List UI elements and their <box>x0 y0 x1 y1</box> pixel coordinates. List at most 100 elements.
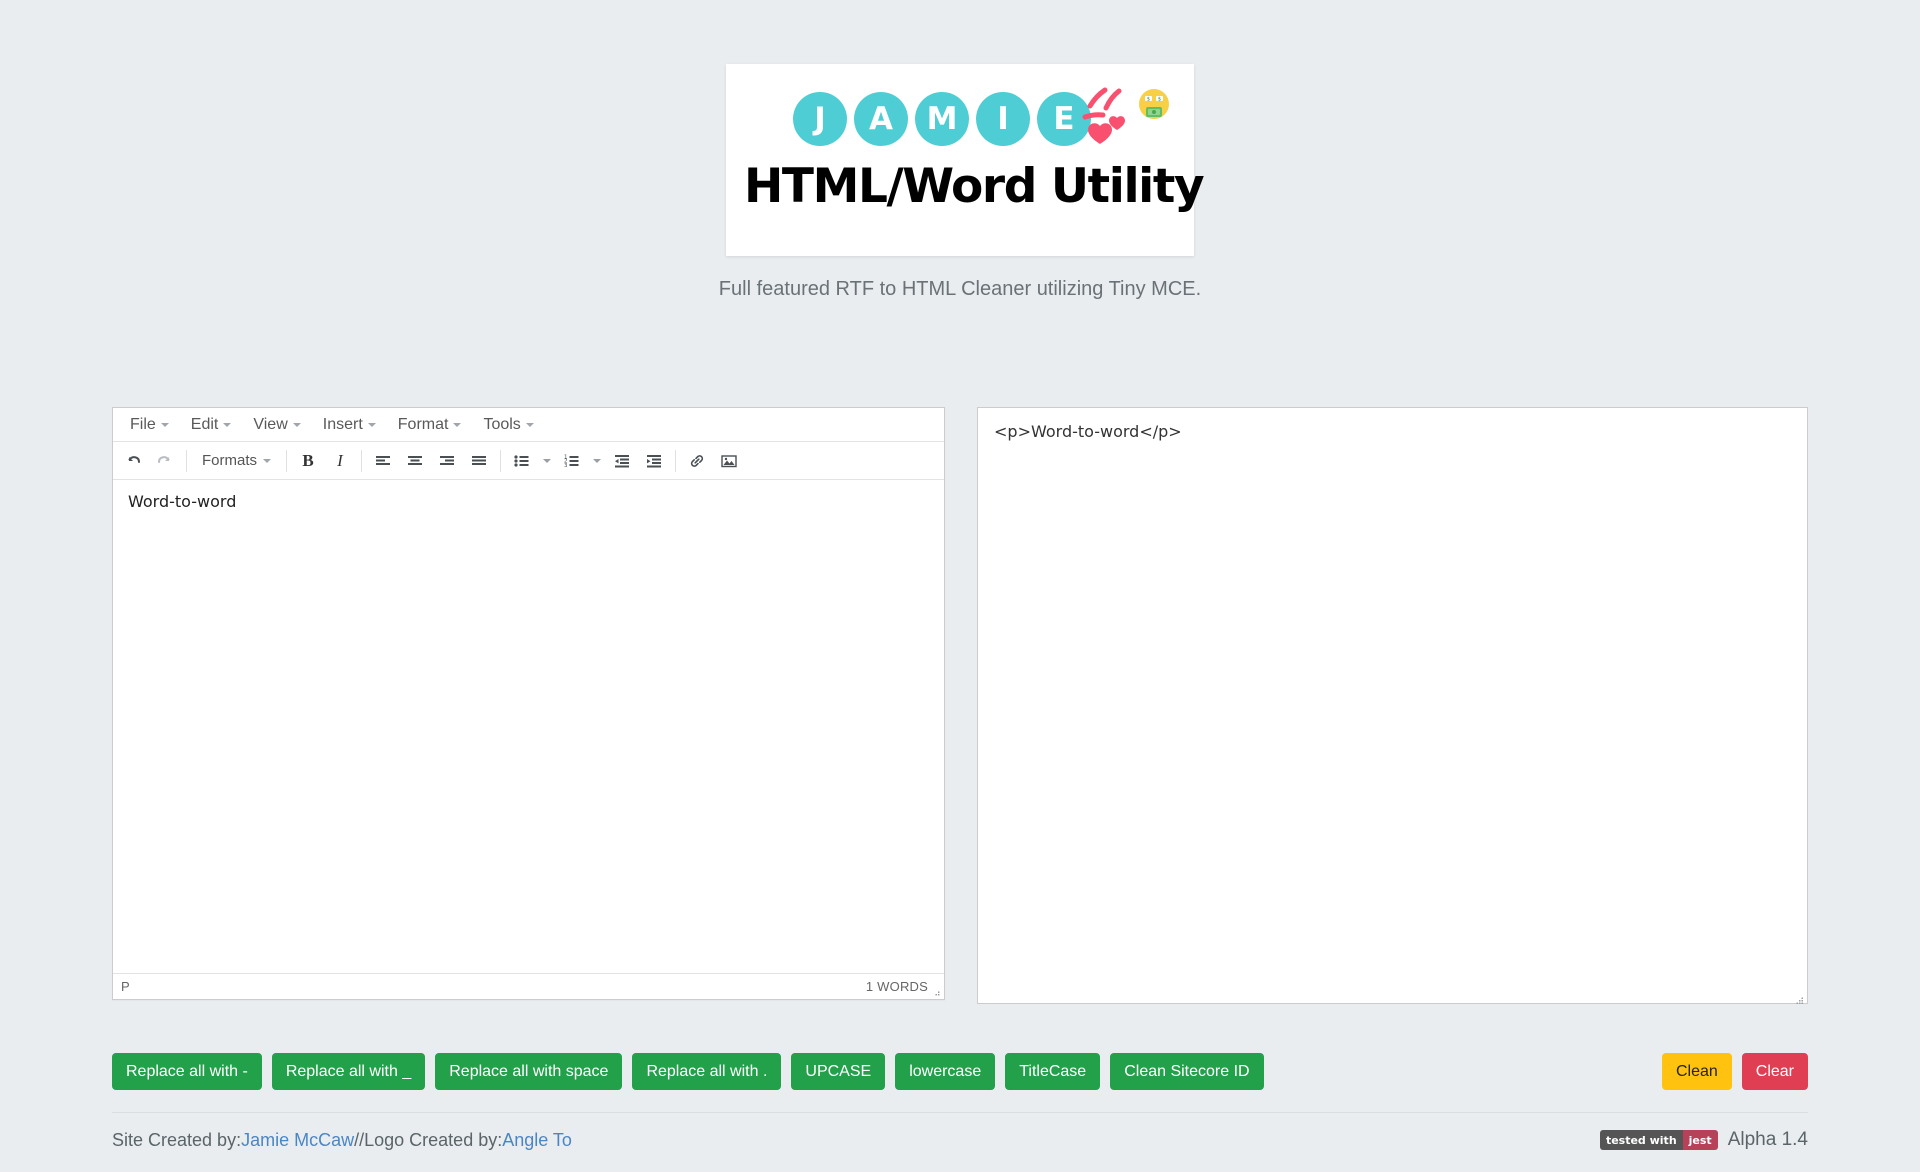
editor-paragraph: Word-to-word <box>128 492 237 511</box>
editor-menubar: File Edit View Insert Format Tools <box>113 408 944 442</box>
clean-sitecore-id-button[interactable]: Clean Sitecore ID <box>1110 1053 1264 1091</box>
menu-edit-label: Edit <box>190 415 219 433</box>
chevron-down-icon <box>453 422 462 427</box>
menu-format-label: Format <box>397 415 449 433</box>
editor-resize-handle[interactable] <box>931 987 941 997</box>
logo-letter-circle: I <box>976 92 1030 146</box>
chevron-down-icon <box>263 458 272 463</box>
element-path: P <box>121 979 130 994</box>
menu-edit[interactable]: Edit <box>180 413 243 437</box>
chevron-down-icon <box>593 458 602 463</box>
toolbar-divider <box>675 449 677 472</box>
jest-badge: tested with jest <box>1599 1130 1718 1150</box>
editor-toolbar: Formats B I 1 2 3 <box>113 442 944 480</box>
editor-statusbar: P 1 WORDS <box>113 973 944 999</box>
bullet-list-icon <box>514 454 529 467</box>
align-right-icon <box>440 455 455 465</box>
menu-file[interactable]: File <box>119 413 180 437</box>
editor-content-area[interactable]: Word-to-word <box>113 480 944 973</box>
svg-text:3: 3 <box>564 462 568 468</box>
chevron-down-icon <box>543 458 552 463</box>
svg-text:$: $ <box>1147 97 1150 103</box>
align-left-button[interactable] <box>367 446 399 476</box>
jest-badge-right-label: jest <box>1682 1130 1718 1150</box>
chevron-down-icon <box>160 422 169 427</box>
align-justify-icon <box>472 455 487 465</box>
version-label: Alpha 1.4 <box>1727 1129 1808 1150</box>
site-author-link[interactable]: Jamie McCaw <box>241 1130 354 1151</box>
page-subtitle: Full featured RTF to HTML Cleaner utiliz… <box>718 278 1202 300</box>
lowercase-button[interactable]: lowercase <box>895 1053 996 1091</box>
logo-letter-circle: M <box>915 92 969 146</box>
toolbar-divider <box>286 449 288 472</box>
logo-decoration: $ $ <box>1072 84 1192 164</box>
menu-view[interactable]: View <box>242 413 311 437</box>
menu-tools-label: Tools <box>483 415 521 433</box>
menu-file-label: File <box>130 415 156 433</box>
replace-all-with-period-button[interactable]: Replace all with . <box>632 1053 782 1091</box>
word-count: 1 WORDS <box>865 979 928 994</box>
main-area: File Edit View Insert Format Tools Forma… <box>112 407 1808 1009</box>
clear-button[interactable]: Clear <box>1741 1053 1808 1091</box>
undo-button[interactable] <box>117 446 149 476</box>
menu-view-label: View <box>253 415 288 433</box>
logo-created-label: Logo Created by: <box>364 1129 503 1150</box>
replace-all-with-underscore-button[interactable]: Replace all with _ <box>271 1053 426 1091</box>
align-left-icon <box>376 455 391 465</box>
money-mouth-emoji: $ $ <box>1139 89 1169 119</box>
toolbar-divider <box>186 449 187 472</box>
italic-icon: I <box>337 450 343 470</box>
formats-dropdown[interactable]: Formats <box>192 452 281 469</box>
numbered-list-button[interactable]: 1 2 3 <box>556 446 588 476</box>
footer-separator: // <box>354 1129 365 1150</box>
logo-author-link[interactable]: Angle To <box>502 1130 572 1151</box>
toolbar-divider <box>361 449 363 472</box>
replace-all-with-space-button[interactable]: Replace all with space <box>435 1053 623 1091</box>
titlecase-button[interactable]: TitleCase <box>1005 1053 1101 1091</box>
page-footer: Site Created by: Jamie McCaw // Logo Cre… <box>112 1112 1808 1151</box>
replace-all-with-dash-button[interactable]: Replace all with - <box>112 1053 262 1091</box>
undo-icon <box>128 455 140 463</box>
chevron-down-icon <box>367 422 376 427</box>
toolbar-divider <box>500 449 502 472</box>
menu-tools[interactable]: Tools <box>472 413 544 437</box>
link-icon <box>690 454 704 467</box>
page-header: J A M I E $ $ HTML/Word Utility Full fea… <box>0 0 1920 301</box>
outdent-icon <box>615 454 630 467</box>
upcase-button[interactable]: UPCASE <box>791 1053 886 1091</box>
outdent-button[interactable] <box>606 446 638 476</box>
bold-button[interactable]: B <box>292 446 324 476</box>
align-justify-button[interactable] <box>463 446 495 476</box>
image-icon <box>721 454 737 467</box>
numbered-list-options-button[interactable] <box>588 446 606 476</box>
menu-insert-label: Insert <box>322 415 363 433</box>
primary-action-group: Clean Clear <box>1661 1053 1808 1091</box>
redo-button[interactable] <box>149 446 181 476</box>
bullet-list-options-button[interactable] <box>538 446 556 476</box>
chevron-down-icon <box>292 422 301 427</box>
align-center-button[interactable] <box>399 446 431 476</box>
jest-badge-left-label: tested with <box>1599 1130 1683 1150</box>
align-center-icon <box>408 455 423 465</box>
bullet-list-button[interactable] <box>506 446 538 476</box>
html-output-textarea[interactable] <box>977 407 1808 1004</box>
indent-icon <box>647 454 662 467</box>
logo-letter-circle: A <box>854 92 908 146</box>
italic-button[interactable]: I <box>324 446 356 476</box>
clean-button[interactable]: Clean <box>1661 1053 1732 1091</box>
insert-image-button[interactable] <box>713 446 745 476</box>
site-created-label: Site Created by: <box>112 1129 242 1150</box>
menu-format[interactable]: Format <box>387 413 473 437</box>
indent-button[interactable] <box>638 446 670 476</box>
tinymce-editor: File Edit View Insert Format Tools Forma… <box>112 407 945 1000</box>
menu-insert[interactable]: Insert <box>312 413 387 437</box>
bold-icon: B <box>302 450 314 470</box>
insert-link-button[interactable] <box>681 446 713 476</box>
svg-text:$: $ <box>1158 97 1161 103</box>
align-right-button[interactable] <box>431 446 463 476</box>
action-button-bar: Replace all with - Replace all with _ Re… <box>112 1053 1808 1091</box>
logo-card: J A M I E $ $ HTML/Word Utility <box>726 64 1205 256</box>
logo-title: HTML/Word Utility <box>744 159 1205 214</box>
redo-icon <box>158 455 170 463</box>
formats-label: Formats <box>202 452 258 469</box>
